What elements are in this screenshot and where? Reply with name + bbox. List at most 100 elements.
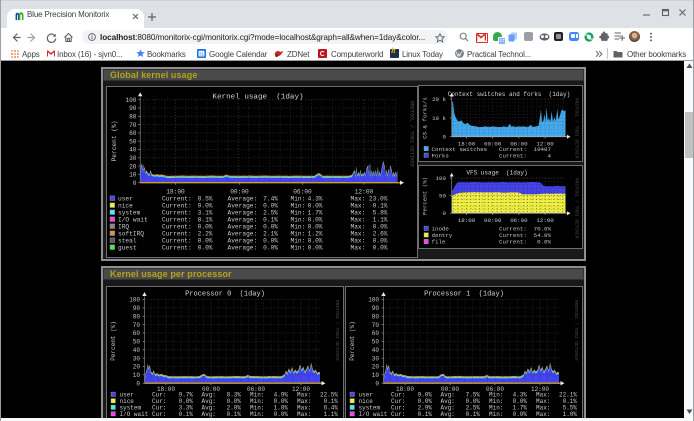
svg-text:90: 90 (371, 305, 379, 312)
svg-text:Percent (%): Percent (%) (422, 176, 429, 214)
svg-text:VFS usage (1day): VFS usage (1day) (466, 169, 527, 176)
svg-text:0.0%: 0.0% (308, 203, 323, 210)
svg-text:Max:: Max: (297, 411, 311, 418)
svg-text:Processor 0 (1day): Processor 0 (1day) (185, 290, 265, 298)
svg-text:00:00: 00:00 (484, 216, 502, 223)
svg-text:0.0%: 0.0% (263, 238, 278, 245)
svg-text:50: 50 (371, 338, 379, 345)
svg-text:0.1%: 0.1% (417, 411, 432, 418)
svg-text:Min:: Min: (291, 231, 306, 238)
svg-text:1.0%: 1.0% (562, 411, 577, 418)
svg-text:file: file (432, 238, 446, 245)
svg-text:20 k: 20 k (432, 96, 446, 103)
svg-text:40: 40 (133, 346, 141, 353)
svg-text:steal: steal (118, 238, 137, 245)
svg-text:1.1%: 1.1% (373, 217, 388, 224)
svg-text:Average:: Average: (228, 196, 258, 203)
svg-text:Min:: Min: (489, 411, 503, 418)
svg-text:60: 60 (129, 130, 137, 137)
svg-text:06:00: 06:00 (510, 216, 528, 223)
svg-text:70: 70 (129, 122, 137, 129)
svg-text:0: 0 (136, 380, 140, 387)
svg-text:0.1%: 0.1% (179, 411, 194, 418)
svg-text:0.1%: 0.1% (263, 217, 278, 224)
svg-text:Current:: Current: (162, 217, 192, 224)
svg-text:80: 80 (129, 114, 137, 121)
svg-text:0.1%: 0.1% (198, 217, 213, 224)
svg-text:Avg:: Avg: (202, 411, 216, 418)
svg-text:0.0%: 0.0% (373, 245, 388, 252)
svg-text:12:00: 12:00 (355, 189, 374, 196)
svg-text:Average:: Average: (228, 224, 258, 231)
svg-text:0.0%: 0.0% (198, 245, 213, 252)
svg-text:RRDTOOL / TOBI OETIKER: RRDTOOL / TOBI OETIKER (574, 98, 580, 159)
svg-text:0.0%: 0.0% (537, 238, 551, 245)
svg-text:60: 60 (133, 330, 141, 337)
svg-text:Max:: Max: (351, 203, 366, 210)
svg-text:0: 0 (133, 180, 137, 187)
svg-text:RRDTOOL / TOBI OETIKER: RRDTOOL / TOBI OETIKER (409, 101, 415, 167)
svg-text:Current:: Current: (162, 203, 192, 210)
svg-text:50: 50 (439, 192, 446, 199)
svg-text:2.5%: 2.5% (263, 210, 278, 217)
svg-text:10: 10 (371, 372, 379, 379)
svg-text:4.3%: 4.3% (308, 196, 323, 203)
svg-text:0: 0 (375, 380, 379, 387)
svg-text:softIRQ: softIRQ (118, 231, 144, 238)
svg-text:0.0%: 0.0% (308, 245, 323, 252)
svg-text:18:00: 18:00 (166, 189, 185, 196)
svg-text:Current:: Current: (499, 238, 527, 245)
svg-text:0.0%: 0.0% (308, 224, 323, 231)
svg-text:2.6%: 2.6% (373, 231, 388, 238)
svg-text:70: 70 (371, 321, 379, 328)
svg-text:0.1%: 0.1% (465, 411, 480, 418)
svg-text:1.1%: 1.1% (324, 411, 339, 418)
svg-text:Max:: Max: (536, 411, 550, 418)
svg-text:0.0%: 0.0% (198, 224, 213, 231)
svg-text:Current:: Current: (162, 196, 192, 203)
svg-text:18:00: 18:00 (458, 216, 476, 223)
svg-text:20: 20 (371, 363, 379, 370)
svg-text:23.0%: 23.0% (369, 196, 388, 203)
svg-text:Current:: Current: (162, 231, 192, 238)
svg-text:0: 0 (443, 133, 447, 140)
svg-text:0: 0 (443, 210, 447, 217)
svg-text:8.5%: 8.5% (198, 196, 213, 203)
svg-text:Current:: Current: (499, 152, 527, 159)
svg-text:I/O wait: I/O wait (120, 411, 149, 418)
svg-text:0.0%: 0.0% (373, 224, 388, 231)
svg-text:Min:: Min: (291, 196, 306, 203)
svg-text:20: 20 (133, 363, 141, 370)
svg-text:31: 31 (199, 51, 205, 56)
svg-text:0.0%: 0.0% (274, 411, 289, 418)
svg-text:0.1%: 0.1% (227, 411, 242, 418)
svg-text:0.0%: 0.0% (373, 238, 388, 245)
svg-text:Max:: Max: (351, 217, 366, 224)
svg-text:0.0%: 0.0% (308, 217, 323, 224)
svg-text:Processor 1 (1day): Processor 1 (1day) (424, 290, 504, 298)
svg-text:Min:: Min: (291, 203, 306, 210)
svg-text:Max:: Max: (351, 224, 366, 231)
svg-text:Average:: Average: (228, 245, 258, 252)
svg-text:10 k: 10 k (432, 114, 446, 121)
svg-text:0.0%: 0.0% (512, 411, 527, 418)
svg-text:0.1%: 0.1% (373, 203, 388, 210)
svg-text:4: 4 (548, 152, 552, 159)
svg-text:1.7%: 1.7% (308, 210, 323, 217)
svg-text:0.0%: 0.0% (308, 238, 323, 245)
svg-text:CS & forks/s: CS & forks/s (422, 97, 429, 139)
svg-text:30: 30 (371, 355, 379, 362)
svg-text:Min:: Min: (291, 238, 306, 245)
svg-text:guest: guest (118, 245, 137, 252)
svg-text:Average:: Average: (228, 203, 258, 210)
svg-text:Forks: Forks (432, 152, 449, 159)
svg-text:2.2%: 2.2% (198, 231, 213, 238)
svg-text:90: 90 (129, 105, 137, 112)
svg-text:Min:: Min: (291, 210, 306, 217)
svg-text:60: 60 (371, 330, 379, 337)
svg-text:Current:: Current: (162, 245, 192, 252)
svg-text:70: 70 (133, 321, 141, 328)
svg-text:0.0%: 0.0% (198, 203, 213, 210)
svg-text:2.1%: 2.1% (263, 231, 278, 238)
svg-text:3.1%: 3.1% (198, 210, 213, 217)
